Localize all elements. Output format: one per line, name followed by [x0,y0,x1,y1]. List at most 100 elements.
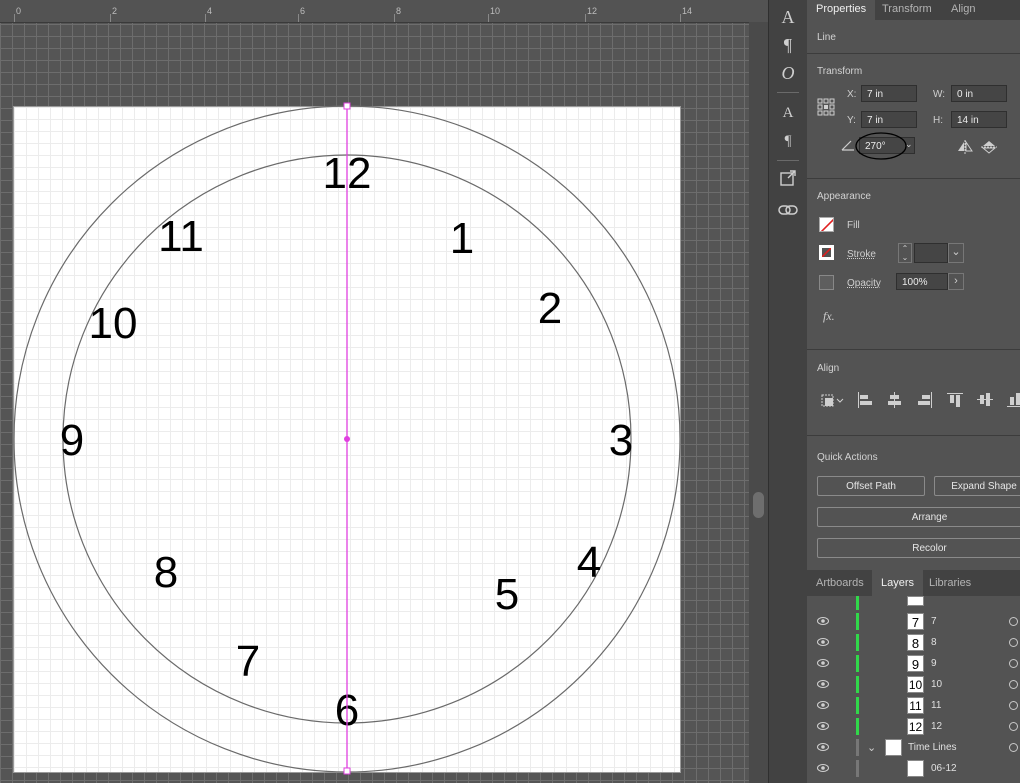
y-field[interactable]: 7 in [861,111,917,128]
numeral-11: 11 [158,212,204,261]
h-field[interactable]: 14 in [951,111,1007,128]
align-title: Align [817,363,840,374]
opacity-field[interactable]: 100% [896,273,948,290]
chevron-right-icon[interactable]: › [948,273,964,290]
arrange-button[interactable]: Arrange [817,507,1020,527]
tab-artboards[interactable]: Artboards [807,570,873,596]
target-icon[interactable] [1009,722,1018,731]
layer-thumbnail: 10 [907,676,924,693]
eye-icon[interactable] [817,763,829,773]
align-vertical-center-icon[interactable] [977,392,993,408]
panel-tabs: Properties Transform Align [807,0,1020,20]
stroke-label[interactable]: Stroke [847,249,876,260]
tab-layers[interactable]: Layers [872,570,924,596]
x-field[interactable]: 7 in [861,85,917,102]
reference-point-icon[interactable] [817,98,835,116]
target-icon[interactable] [1009,617,1018,626]
align-right-icon[interactable] [917,392,933,408]
w-field[interactable]: 0 in [951,85,1007,102]
properties-panel: Properties Transform Align Line Transfor… [807,0,1020,783]
char-styles-icon[interactable]: A [775,100,801,126]
layer-row-group[interactable]: ⌄ Time Lines [807,737,1020,758]
character-icon[interactable]: A [775,4,801,30]
target-icon[interactable] [1009,743,1018,752]
stroke-weight-field[interactable] [914,243,948,263]
chevron-down-icon[interactable]: ⌄ [867,741,876,754]
eye-icon[interactable] [817,679,829,689]
paragraph-icon[interactable]: ¶ [775,32,801,58]
recolor-button[interactable]: Recolor [817,538,1020,558]
numeral-4: 4 [577,538,601,587]
numeral-9: 9 [60,416,84,465]
target-icon[interactable] [1009,680,1018,689]
layer-name[interactable]: 10 [931,679,942,690]
annotation-circle [855,132,907,160]
layer-row[interactable]: 11 11 [807,695,1020,716]
layer-name[interactable]: 12 [931,721,942,732]
eye-icon[interactable] [817,721,829,731]
target-icon[interactable] [1009,659,1018,668]
chevron-down-icon[interactable]: ⌄ [948,243,964,263]
layer-thumbnail [885,739,902,756]
layer-row[interactable]: 8 8 [807,632,1020,653]
scrollbar-thumb[interactable] [753,492,764,518]
opentype-icon[interactable]: O [775,60,801,86]
fill-swatch[interactable] [819,217,834,232]
layer-name[interactable]: Time Lines [908,742,957,753]
layer-name[interactable]: 9 [931,658,937,669]
flip-vertical-icon[interactable] [981,140,997,154]
layer-name[interactable]: 8 [931,637,937,648]
numeral-5: 5 [495,570,519,619]
layers-panel-tabs: Artboards Layers Libraries [807,570,1020,596]
document-canvas[interactable]: 0 2 4 6 8 10 12 14 12 1 2 3 4 5 6 7 8 9 … [0,0,768,783]
fx-icon[interactable]: fx. [823,309,835,324]
align-bottom-icon[interactable] [1007,392,1020,408]
expand-shape-button[interactable]: Expand Shape [934,476,1020,496]
layer-name[interactable]: 11 [931,700,941,711]
stroke-swatch[interactable] [819,245,834,260]
link-icon[interactable] [775,198,801,224]
layer-thumbnail: 11 [907,697,924,714]
eye-icon[interactable] [817,616,829,626]
layer-row[interactable]: 10 10 [807,674,1020,695]
align-to-selection-icon[interactable] [819,391,845,409]
eye-icon[interactable] [817,637,829,647]
fill-label[interactable]: Fill [847,220,860,231]
target-icon[interactable] [1009,701,1018,710]
tab-align[interactable]: Align [942,0,984,20]
align-top-icon[interactable] [947,392,963,408]
align-horizontal-center-icon[interactable] [887,392,903,408]
layer-row[interactable]: 06-12 [807,758,1020,779]
appearance-title: Appearance [817,191,871,202]
center-point [344,436,350,442]
quick-actions-title: Quick Actions [817,452,878,463]
numeral-8: 8 [154,548,178,597]
target-icon[interactable] [1009,638,1018,647]
clock-artwork[interactable]: 12 1 2 3 4 5 6 7 8 9 10 11 [0,0,749,783]
tab-libraries[interactable]: Libraries [920,570,980,596]
tab-transform[interactable]: Transform [873,0,941,20]
export-icon[interactable] [775,168,801,194]
eye-icon[interactable] [817,658,829,668]
numeral-7: 7 [236,637,260,686]
layer-name[interactable]: 06-12 [931,763,957,774]
layer-row[interactable]: 7 7 [807,611,1020,632]
para-styles-icon[interactable]: ¶ [775,128,801,154]
numeral-10: 10 [89,299,138,348]
layer-row[interactable]: 12 12 [807,716,1020,737]
eye-icon[interactable] [817,700,829,710]
opacity-label[interactable]: Opacity [847,278,881,289]
opacity-icon [819,275,834,290]
flip-horizontal-icon[interactable] [957,140,973,154]
eye-icon[interactable] [817,742,829,752]
layer-name[interactable]: 7 [931,616,937,627]
anchor-handle-top [343,102,351,110]
tab-properties[interactable]: Properties [807,0,876,20]
offset-path-button[interactable]: Offset Path [817,476,925,496]
vertical-scrollbar[interactable] [749,22,768,783]
stroke-stepper[interactable]: ⌃ ⌄ [898,243,912,263]
align-left-icon[interactable] [857,392,873,408]
anchor-handle-bottom [343,767,351,775]
layer-row[interactable]: 9 9 [807,653,1020,674]
layer-thumbnail: 9 [907,655,924,672]
